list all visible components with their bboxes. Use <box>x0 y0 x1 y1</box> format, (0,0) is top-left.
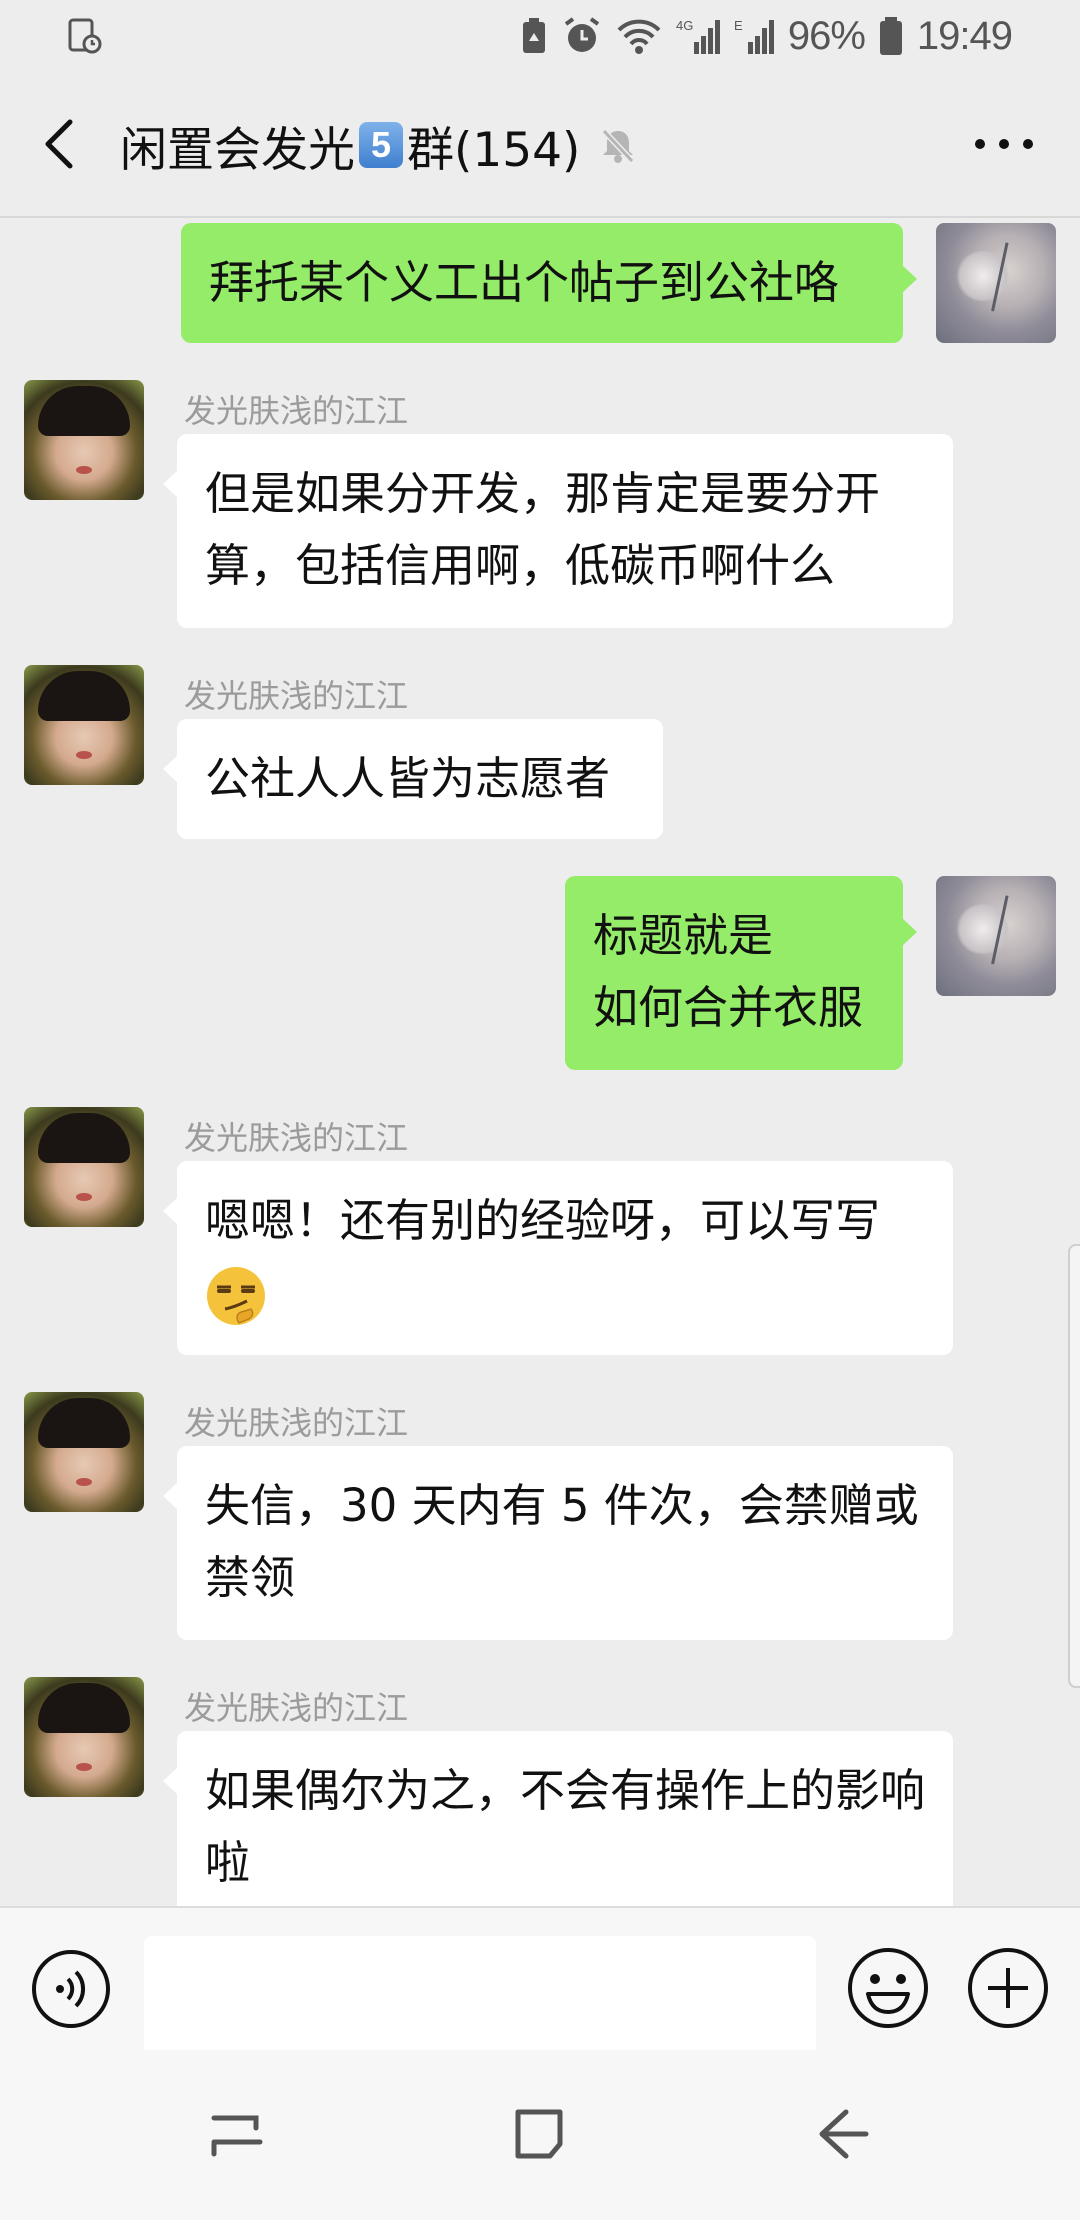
sender-name: 发光肤浅的江江 <box>184 1404 409 1442</box>
status-bar: 4G E 96% 19:49 <box>0 0 1080 72</box>
battery-saver-icon <box>522 18 545 53</box>
message-text: 嗯嗯！还有别的经验呀，可以写写 <box>205 1194 881 1247</box>
voice-input-icon[interactable] <box>30 1948 112 2030</box>
scroll-indicator[interactable] <box>1068 1244 1080 1688</box>
chat-header: 闲置会发光 5 群(154) <box>0 72 1080 218</box>
message-input[interactable] <box>144 1936 816 2054</box>
sender-avatar[interactable] <box>24 665 144 785</box>
status-icons: 4G E 96% 19:49 <box>520 0 1013 72</box>
system-navigation-bar <box>0 2050 1080 2220</box>
clock: 19:49 <box>916 13 1013 58</box>
message-bubble-incoming[interactable]: 公社人人皆为志愿者 <box>163 719 663 839</box>
back-arrow-icon[interactable] <box>30 114 90 174</box>
svg-text:E: E <box>734 18 743 33</box>
smirk-emoji-icon <box>207 1267 265 1325</box>
sender-name: 发光肤浅的江江 <box>184 1689 409 1727</box>
sender-avatar[interactable] <box>24 1392 144 1512</box>
sender-name: 发光肤浅的江江 <box>184 1119 409 1157</box>
back-icon[interactable] <box>806 2098 878 2170</box>
emoji-icon[interactable] <box>846 1946 930 2030</box>
signal-4g-icon: 4G <box>676 18 720 54</box>
message-bubble-incoming[interactable]: 失信，30 天内有 5 件次，会禁赠或禁领 <box>163 1446 953 1640</box>
chat-title-prefix: 闲置会发光 <box>120 122 355 178</box>
mute-bell-icon <box>602 128 635 164</box>
message-bubble-outgoing[interactable]: 拜托某个义工出个帖子到公社咯 <box>181 223 917 343</box>
wifi-icon <box>617 19 661 54</box>
self-avatar[interactable] <box>936 876 1056 996</box>
message-bubble-incoming[interactable]: 但是如果分开发，那肯定是要分开算，包括信用啊，低碳币啊什么 <box>163 434 953 628</box>
self-avatar[interactable] <box>936 223 1056 343</box>
keycap-number-badge: 5 <box>359 122 403 168</box>
sender-avatar[interactable] <box>24 1107 144 1227</box>
battery-icon <box>879 17 902 55</box>
recent-apps-icon[interactable] <box>202 2098 274 2170</box>
chat-title: 闲置会发光 5 群(154) <box>120 110 638 180</box>
home-icon[interactable] <box>504 2098 576 2170</box>
signal-e-icon: E <box>734 18 774 54</box>
svg-text:4G: 4G <box>676 18 693 33</box>
more-options-icon[interactable] <box>964 120 1044 168</box>
sender-avatar[interactable] <box>24 1677 144 1797</box>
message-bubble-outgoing[interactable]: 标题就是 如何合并衣服 <box>565 876 917 1070</box>
chat-title-suffix: 群(154) <box>407 122 581 178</box>
plus-icon[interactable] <box>966 1946 1050 2030</box>
chat-screen: 4G E 96% 19:49 闲置会发光 5 群(154) 拜托某个义工出个帖子… <box>0 0 1080 2220</box>
screenshot-icon <box>68 18 102 54</box>
sender-name: 发光肤浅的江江 <box>184 677 409 715</box>
message-bubble-incoming[interactable]: 如果偶尔为之，不会有操作上的影响啦 <box>163 1731 953 1925</box>
input-bar <box>0 1906 1080 2054</box>
message-bubble-incoming[interactable]: 嗯嗯！还有别的经验呀，可以写写 <box>163 1161 953 1355</box>
sender-name: 发光肤浅的江江 <box>184 392 409 430</box>
battery-percentage: 96% <box>787 13 866 58</box>
alarm-icon <box>564 17 599 52</box>
sender-avatar[interactable] <box>24 380 144 500</box>
